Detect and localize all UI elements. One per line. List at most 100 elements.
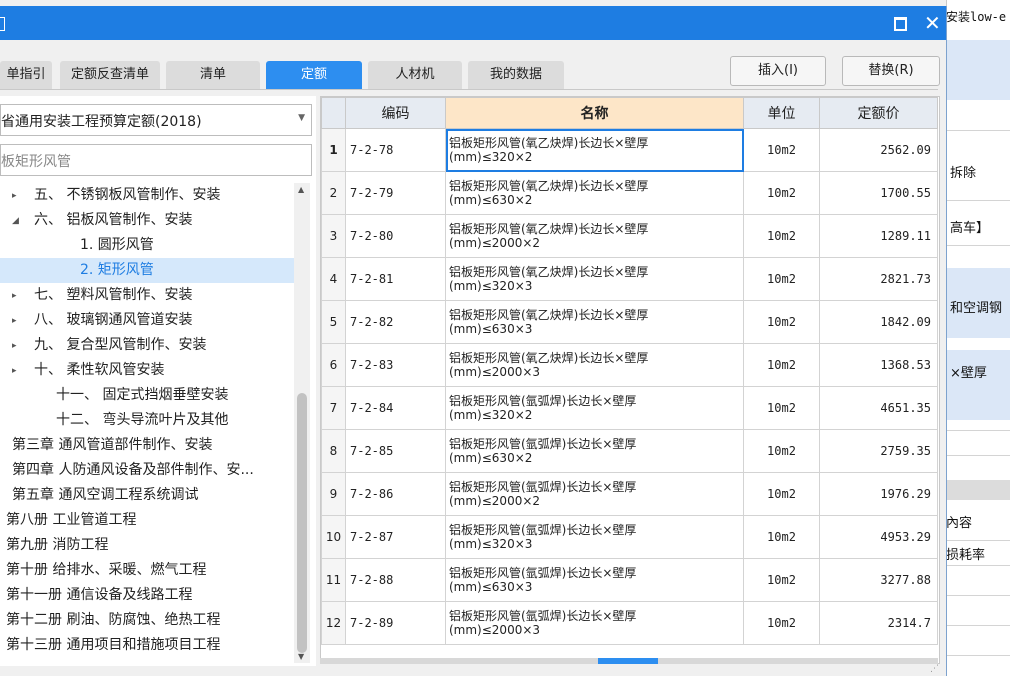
cell-unit[interactable]: 10m2 <box>743 300 820 344</box>
cell-price[interactable]: 1842.09 <box>819 300 938 344</box>
cell-unit[interactable]: 10m2 <box>743 429 820 473</box>
tab-my-data[interactable]: 我的数据 <box>468 61 564 89</box>
expand-arrow-icon[interactable]: ▸ <box>12 309 17 334</box>
header-name[interactable]: 名称 <box>445 97 744 129</box>
cell-price[interactable]: 2821.73 <box>819 257 938 301</box>
cell-code[interactable]: 7-2-88 <box>345 558 446 602</box>
cell-unit[interactable]: 10m2 <box>743 343 820 387</box>
cell-code[interactable]: 7-2-81 <box>345 257 446 301</box>
cell-code[interactable]: 7-2-78 <box>345 128 446 172</box>
tree-item[interactable]: 2. 矩形风管 <box>0 258 294 283</box>
row-number[interactable]: 11 <box>321 558 346 602</box>
cell-price[interactable]: 4953.29 <box>819 515 938 559</box>
cell-name[interactable]: 铝板矩形风管(氩弧焊)长边长×壁厚 (mm)≤2000×3 <box>445 601 744 645</box>
tree-item[interactable]: ▸ 五、 不锈钢板风管制作、安装 <box>0 183 294 208</box>
tree-item[interactable]: 第九册 消防工程 <box>0 533 294 558</box>
cell-code[interactable]: 7-2-85 <box>345 429 446 473</box>
tree-item[interactable]: ▸ 十、 柔性软风管安装 <box>0 358 294 383</box>
cell-price[interactable]: 3277.88 <box>819 558 938 602</box>
tree-item[interactable]: ▸第三章 通风管道部件制作、安装 <box>0 433 294 458</box>
cell-name[interactable]: 铝板矩形风管(氩弧焊)长边长×壁厚 (mm)≤2000×2 <box>445 472 744 516</box>
cell-code[interactable]: 7-2-79 <box>345 171 446 215</box>
cell-price[interactable]: 1289.11 <box>819 214 938 258</box>
table-row[interactable]: 7 7-2-84 铝板矩形风管(氩弧焊)长边长×壁厚 (mm)≤320×2 10m2 46… <box>321 386 938 430</box>
replace-button[interactable]: 替换(R) <box>842 56 940 86</box>
expand-arrow-icon[interactable]: ▸ <box>12 184 17 209</box>
row-number[interactable]: 7 <box>321 386 346 430</box>
close-icon[interactable]: ✕ <box>924 10 941 36</box>
tree-item[interactable]: ◢ 六、 铝板风管制作、安装 <box>0 208 294 233</box>
cell-price[interactable]: 2759.35 <box>819 429 938 473</box>
table-row[interactable]: 2 7-2-79 铝板矩形风管(氧乙炔焊)长边长×壁厚 (mm)≤630×2 10m2 1… <box>321 171 938 215</box>
expand-arrow-icon[interactable]: ▸ <box>12 334 17 359</box>
row-number[interactable]: 9 <box>321 472 346 516</box>
cell-name[interactable]: 铝板矩形风管(氧乙炔焊)长边长×壁厚 (mm)≤630×3 <box>445 300 744 344</box>
splitter-handle[interactable] <box>598 658 658 664</box>
cell-name[interactable]: 铝板矩形风管(氩弧焊)长边长×壁厚 (mm)≤320×2 <box>445 386 744 430</box>
cell-code[interactable]: 7-2-89 <box>345 601 446 645</box>
cell-price[interactable]: 1976.29 <box>819 472 938 516</box>
collapse-arrow-icon[interactable]: ◢ <box>12 209 19 234</box>
scrollbar-thumb[interactable] <box>297 393 307 653</box>
table-row[interactable]: 8 7-2-85 铝板矩形风管(氩弧焊)长边长×壁厚 (mm)≤630×2 10m2 27… <box>321 429 938 473</box>
resize-grip-icon[interactable]: ⋰ <box>930 664 939 674</box>
row-number[interactable]: 2 <box>321 171 346 215</box>
cell-name[interactable]: 铝板矩形风管(氧乙炔焊)长边长×壁厚 (mm)≤630×2 <box>445 171 744 215</box>
tree-item[interactable]: 第十一册 通信设备及线路工程 <box>0 583 294 608</box>
header-price[interactable]: 定额价 <box>819 97 938 129</box>
cell-name[interactable]: 铝板矩形风管(氧乙炔焊)长边长×壁厚 (mm)≤320×3 <box>445 257 744 301</box>
table-row[interactable]: 12 7-2-89 铝板矩形风管(氩弧焊)长边长×壁厚 (mm)≤2000×3 10m2… <box>321 601 938 645</box>
cell-price[interactable]: 2562.09 <box>819 128 938 172</box>
row-number[interactable]: 6 <box>321 343 346 387</box>
maximize-icon[interactable] <box>894 17 907 31</box>
tree-scrollbar[interactable]: ▲ ▼ <box>294 183 310 663</box>
cell-price[interactable]: 1700.55 <box>819 171 938 215</box>
library-select[interactable]: 省通用安装工程预算定额(2018) ▼ <box>0 104 312 136</box>
search-input[interactable]: 板矩形风管 <box>0 144 312 176</box>
table-row[interactable]: 3 7-2-80 铝板矩形风管(氧乙炔焊)长边长×壁厚 (mm)≤2000×2 10m2… <box>321 214 938 258</box>
tree-item[interactable]: 第十三册 通用项目和措施项目工程 <box>0 633 294 658</box>
cell-unit[interactable]: 10m2 <box>743 128 820 172</box>
cell-unit[interactable]: 10m2 <box>743 601 820 645</box>
header-unit[interactable]: 单位 <box>743 97 820 129</box>
row-number[interactable]: 5 <box>321 300 346 344</box>
cell-unit[interactable]: 10m2 <box>743 257 820 301</box>
dialog-titlebar[interactable]: ✕ <box>0 6 946 40</box>
tab-guide[interactable]: 单指引 <box>0 61 52 89</box>
tree-item[interactable]: ▸ 八、 玻璃钢通风管道安装 <box>0 308 294 333</box>
grid-splitter[interactable] <box>320 658 938 664</box>
cell-code[interactable]: 7-2-82 <box>345 300 446 344</box>
tree-item[interactable]: 第八册 工业管道工程 <box>0 508 294 533</box>
expand-arrow-icon[interactable]: ▸ <box>12 284 17 309</box>
table-row[interactable]: 11 7-2-88 铝板矩形风管(氩弧焊)长边长×壁厚 (mm)≤630×3 10m2 3… <box>321 558 938 602</box>
row-number[interactable]: 3 <box>321 214 346 258</box>
row-number[interactable]: 10 <box>321 515 346 559</box>
row-number[interactable]: 4 <box>321 257 346 301</box>
tree-item[interactable]: 1. 圆形风管 <box>0 233 294 258</box>
cell-unit[interactable]: 10m2 <box>743 386 820 430</box>
tree-item[interactable]: 第十册 给排水、采暖、燃气工程 <box>0 558 294 583</box>
table-row[interactable]: 9 7-2-86 铝板矩形风管(氩弧焊)长边长×壁厚 (mm)≤2000×2 10m2 1… <box>321 472 938 516</box>
table-row[interactable]: 5 7-2-82 铝板矩形风管(氧乙炔焊)长边长×壁厚 (mm)≤630×3 10m2 1… <box>321 300 938 344</box>
table-row[interactable]: 6 7-2-83 铝板矩形风管(氧乙炔焊)长边长×壁厚 (mm)≤2000×3 10m2… <box>321 343 938 387</box>
row-number[interactable]: 1 <box>321 128 346 172</box>
cell-unit[interactable]: 10m2 <box>743 472 820 516</box>
tab-quota[interactable]: 定额 <box>266 61 362 89</box>
table-row[interactable]: 4 7-2-81 铝板矩形风管(氧乙炔焊)长边长×壁厚 (mm)≤320×3 10m2 2… <box>321 257 938 301</box>
row-number[interactable]: 8 <box>321 429 346 473</box>
tree-item[interactable]: ▸第四章 人防通风设备及部件制作、安... <box>0 458 294 483</box>
tree-item[interactable]: 第十二册 刷油、防腐蚀、绝热工程 <box>0 608 294 633</box>
cell-code[interactable]: 7-2-84 <box>345 386 446 430</box>
cell-code[interactable]: 7-2-83 <box>345 343 446 387</box>
cell-code[interactable]: 7-2-86 <box>345 472 446 516</box>
expand-arrow-icon[interactable]: ▸ <box>12 359 17 384</box>
cell-unit[interactable]: 10m2 <box>743 171 820 215</box>
tab-bill[interactable]: 清单 <box>166 61 260 89</box>
cell-code[interactable]: 7-2-87 <box>345 515 446 559</box>
insert-button[interactable]: 插入(I) <box>730 56 826 86</box>
cell-price[interactable]: 2314.7 <box>819 601 938 645</box>
tab-reverse-lookup[interactable]: 定额反查清单 <box>60 61 160 89</box>
header-code[interactable]: 编码 <box>345 97 446 129</box>
cell-name[interactable]: 铝板矩形风管(氧乙炔焊)长边长×壁厚 (mm)≤2000×2 <box>445 214 744 258</box>
cell-name[interactable]: 铝板矩形风管(氧乙炔焊)长边长×壁厚 (mm)≤2000×3 <box>445 343 744 387</box>
